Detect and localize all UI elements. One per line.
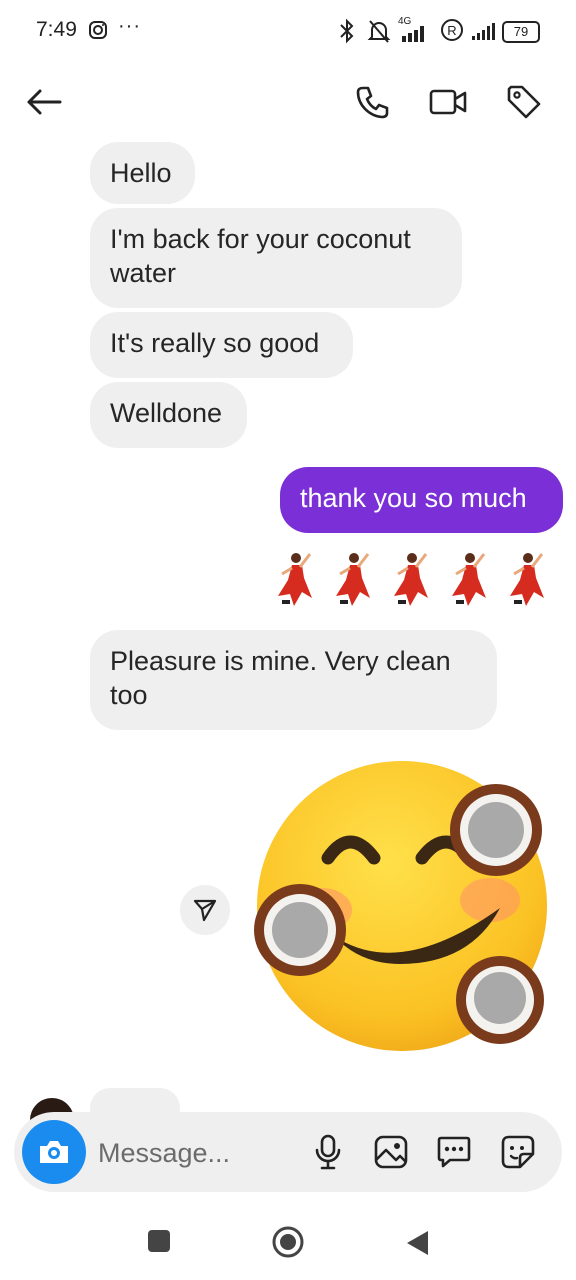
- more-notifications-icon: ···: [118, 15, 141, 37]
- message-text: It's really so good: [110, 328, 320, 358]
- battery-indicator: 79: [502, 21, 540, 43]
- back-nav-button[interactable]: [404, 1229, 430, 1257]
- message-bubble-sent[interactable]: thank you so much: [280, 467, 563, 533]
- message-text: thank you so much: [300, 483, 527, 513]
- video-camera-icon: [429, 89, 467, 115]
- message-bubble-received[interactable]: Welldone: [90, 382, 247, 448]
- microphone-icon: [315, 1134, 341, 1170]
- sticker-icon: [501, 1135, 535, 1169]
- message-bubble-received[interactable]: Pleasure is mine. Very clean too: [90, 630, 497, 730]
- recent-apps-button[interactable]: [148, 1230, 170, 1252]
- message-text: Pleasure is mine. Very clean too: [110, 646, 451, 710]
- dancer-emoji-message[interactable]: [274, 550, 564, 610]
- system-navigation-bar: [0, 1200, 576, 1280]
- coconut-icon: [450, 784, 542, 876]
- dancer-emoji-icon: [394, 553, 428, 606]
- arrow-left-icon: [27, 89, 62, 115]
- coconut-icon: [456, 956, 544, 1044]
- status-bar: 7:49 ··· 4G R 79: [0, 0, 576, 62]
- smiling-face-coconut-sticker[interactable]: [250, 760, 555, 1055]
- dancer-emoji-icon: [510, 553, 544, 606]
- sticker-button[interactable]: [498, 1132, 538, 1172]
- signal-icon: [402, 26, 424, 42]
- chat-options-icon: [437, 1136, 471, 1168]
- dancer-emoji-icon: [336, 553, 370, 606]
- message-input[interactable]: [96, 1122, 300, 1184]
- video-call-button[interactable]: [426, 80, 470, 124]
- svg-text:R: R: [447, 23, 456, 38]
- instagram-notification-icon: [89, 21, 107, 39]
- tag-button[interactable]: [502, 80, 546, 124]
- message-bubble-received[interactable]: Hello: [90, 142, 195, 204]
- message-text: Welldone: [110, 398, 223, 428]
- message-text: Hello: [110, 158, 172, 188]
- phone-icon: [356, 86, 389, 119]
- signal-icon-2: [472, 23, 495, 40]
- send-icon: [193, 899, 217, 922]
- message-bubble-received[interactable]: I'm back for your coconut water: [90, 208, 462, 308]
- gallery-button[interactable]: [371, 1132, 411, 1172]
- message-composer: [14, 1112, 562, 1192]
- home-button[interactable]: [271, 1225, 305, 1259]
- share-button[interactable]: [180, 885, 230, 935]
- coconut-icon: [254, 884, 346, 976]
- camera-icon: [40, 1141, 68, 1163]
- voice-message-button[interactable]: [308, 1132, 348, 1172]
- bluetooth-icon: [340, 18, 354, 44]
- message-text: I'm back for your coconut water: [110, 224, 411, 288]
- tag-icon: [507, 85, 541, 119]
- dancer-emoji-icon: [278, 553, 312, 606]
- chat-options-button[interactable]: [434, 1132, 474, 1172]
- back-button[interactable]: [22, 80, 66, 124]
- chat-header: [0, 62, 576, 134]
- muted-bell-icon: [367, 20, 391, 43]
- voice-call-button[interactable]: [350, 80, 394, 124]
- status-time: 7:49: [36, 18, 77, 41]
- registered-icon: R: [441, 19, 463, 41]
- dancer-emoji-icon: [452, 553, 486, 606]
- camera-button[interactable]: [22, 1120, 86, 1184]
- battery-level: 79: [513, 24, 529, 39]
- gallery-icon: [374, 1135, 408, 1169]
- message-bubble-received[interactable]: It's really so good: [90, 312, 353, 378]
